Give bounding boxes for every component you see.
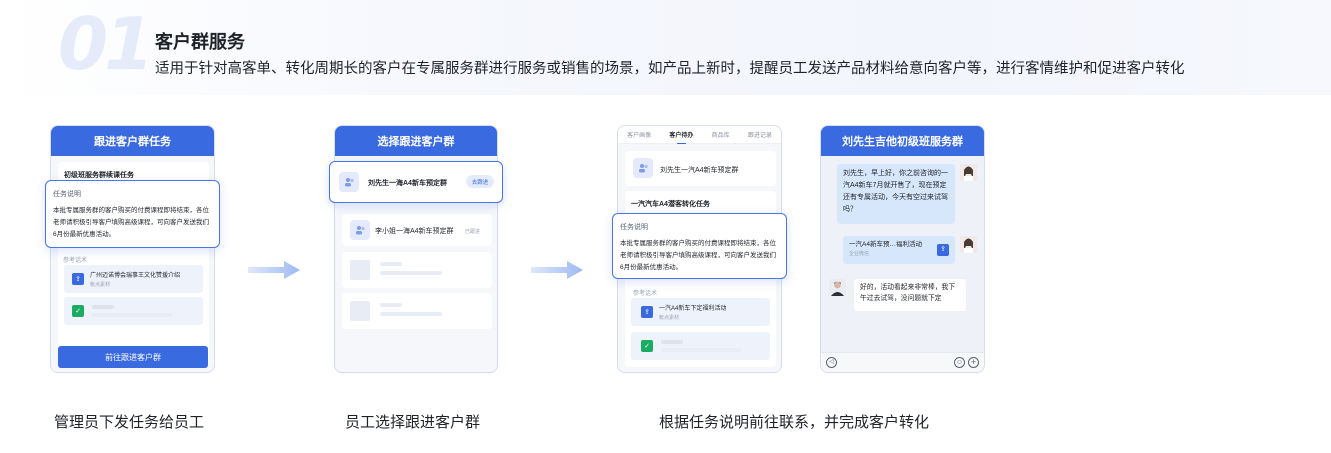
spreadsheet-icon: ✓ xyxy=(641,340,653,352)
chat-bubble-outgoing: 刘先生，早上好，你之前咨询的一汽A4新车7月就开售了，现在预定还有专属活动，今天… xyxy=(837,164,955,224)
popup-title: 任务说明 xyxy=(53,191,81,198)
placeholder-bar xyxy=(380,303,402,307)
tab-customer-profile[interactable]: 客户画像 xyxy=(627,130,651,139)
section-description: 适用于针对高客单、转化周期长的客户在专属服务群进行服务或销售的场景，如产品上新时… xyxy=(155,61,1185,77)
phone-header: 刘先生吉他初级班服务群 xyxy=(821,126,984,156)
ref-label: 参考话术 xyxy=(63,258,88,264)
placeholder-avatar xyxy=(350,301,370,321)
task-name[interactable]: 一汽汽车A4潜客转化任务 xyxy=(631,199,710,209)
group-avatar-icon xyxy=(339,172,359,192)
chat-input-bar: ◁ ☺ + xyxy=(821,352,984,372)
placeholder-bar xyxy=(380,262,402,266)
tab-customer-todo[interactable]: 客户待办 xyxy=(669,130,693,144)
group-status: 已跟进 xyxy=(464,229,480,235)
material-sub: 企业微信 xyxy=(849,251,870,257)
ref-item-xls[interactable]: ✓ xyxy=(64,297,203,325)
go-follow-button[interactable]: 去跟进 xyxy=(466,175,494,188)
phone-header: 选择跟进客户群 xyxy=(335,126,497,156)
placeholder-bar xyxy=(380,312,442,316)
chat-bubble-incoming: 好的，活动看起来非常棒，我下午过去试驾，没问题就下定 xyxy=(854,279,966,311)
task-name[interactable]: 初级班服务群续课任务 xyxy=(64,170,134,180)
section-title: 客户群服务 xyxy=(155,32,245,52)
group-card[interactable]: 刘先生一汽A4新车预定群 xyxy=(625,151,776,186)
section-number: 01 xyxy=(58,2,154,86)
placeholder-bar xyxy=(661,348,741,352)
tab-product-library[interactable]: 商品库 xyxy=(712,130,730,139)
go-follow-group-button[interactable]: 前往跟进客户群 xyxy=(58,346,208,368)
group-row-2[interactable]: 李小姐一海A4新车预定群 已跟进 xyxy=(342,214,492,246)
group-name: 刘先生一汽A4新车预定群 xyxy=(660,167,739,174)
phone-header: 跟进客户群任务 xyxy=(51,126,214,156)
popup-title: 任务说明 xyxy=(620,224,648,231)
plus-icon[interactable]: + xyxy=(968,357,979,368)
tab-follow-record[interactable]: 跟进记录 xyxy=(748,130,772,139)
placeholder-bar xyxy=(92,305,114,309)
phone-task-issue: 跟进客户群任务 初级班服务群续课任务 参考话术 ⇪ 广州迈诺博会瑞事王文化赞援介… xyxy=(50,125,215,373)
placeholder-avatar xyxy=(350,260,370,280)
chat-material-card[interactable]: 一汽A4新车预…福利活动 企业微信 ⇪ xyxy=(843,236,955,264)
placeholder-bar xyxy=(92,313,172,317)
ref-item-xls[interactable]: ✓ xyxy=(631,332,770,360)
caption-step2: 员工选择跟进客户群 xyxy=(345,414,481,431)
ref-item-doc[interactable]: ⇪ 广州迈诺博会瑞事王文化赞援介绍 帐点素材 xyxy=(64,265,203,293)
ref-item-sub: 帐点素材 xyxy=(90,282,111,288)
voice-icon[interactable]: ◁ xyxy=(826,357,837,368)
doc-icon: ⇪ xyxy=(937,244,949,256)
group-avatar-icon xyxy=(350,220,370,240)
customer-avatar xyxy=(829,279,846,296)
task-description-popup: 任务说明 本批专属服务群的客户购买的付费课程即将结束，各位老师请积极引导客户填购… xyxy=(45,180,220,248)
group-avatar-icon xyxy=(633,158,653,178)
placeholder-row xyxy=(342,252,492,288)
caption-step3: 根据任务说明前往联系，并完成客户转化 xyxy=(659,414,930,431)
popup-body: 本批专属服务群的客户购买的付费课程即将结束，各位老师请积极引导客户填购高级课程，… xyxy=(620,240,776,271)
staff-avatar xyxy=(960,236,977,253)
arrow-right-icon xyxy=(248,261,300,279)
popup-body: 本批专属服务群的客户购买的付费课程即将结束，各位老师请积极引导客户填购高级课程，… xyxy=(53,207,209,238)
ref-label: 参考话术 xyxy=(633,291,658,297)
placeholder-bar xyxy=(661,340,683,344)
caption-step1: 管理员下发任务给员工 xyxy=(54,414,205,431)
task-description-popup: 任务说明 本批专属服务群的客户购买的付费课程即将结束，各位老师请积极引导客户填购… xyxy=(612,213,787,279)
placeholder-bar xyxy=(380,271,442,275)
group-row-1-highlight[interactable]: 刘先生一海A4新车预定群 去跟进 xyxy=(329,161,503,203)
doc-icon: ⇪ xyxy=(641,306,653,318)
group-name: 李小姐一海A4新车预定群 xyxy=(375,228,454,235)
ref-item-doc[interactable]: ⇪ 一汽A4新车下定福利活动 帐点素材 xyxy=(631,298,770,326)
arrow-right-icon xyxy=(531,261,583,279)
ref-item-title: 一汽A4新车下定福利活动 xyxy=(659,306,727,312)
material-title: 一汽A4新车预…福利活动 xyxy=(849,241,922,248)
phone-group-chat: 刘先生吉他初级班服务群 刘先生，早上好，你之前咨询的一汽A4新车7月就开售了，现… xyxy=(820,125,985,373)
ref-item-sub: 帐点素材 xyxy=(659,315,680,321)
staff-avatar xyxy=(960,164,977,181)
spreadsheet-icon: ✓ xyxy=(72,305,84,317)
placeholder-row xyxy=(342,293,492,329)
emoji-icon[interactable]: ☺ xyxy=(954,357,965,368)
tab-bar: 客户画像 客户待办 商品库 跟进记录 xyxy=(618,126,781,144)
doc-icon: ⇪ xyxy=(72,273,84,285)
group-name: 刘先生一海A4新车预定群 xyxy=(368,180,447,187)
ref-item-title: 广州迈诺博会瑞事王文化赞援介绍 xyxy=(90,273,181,279)
